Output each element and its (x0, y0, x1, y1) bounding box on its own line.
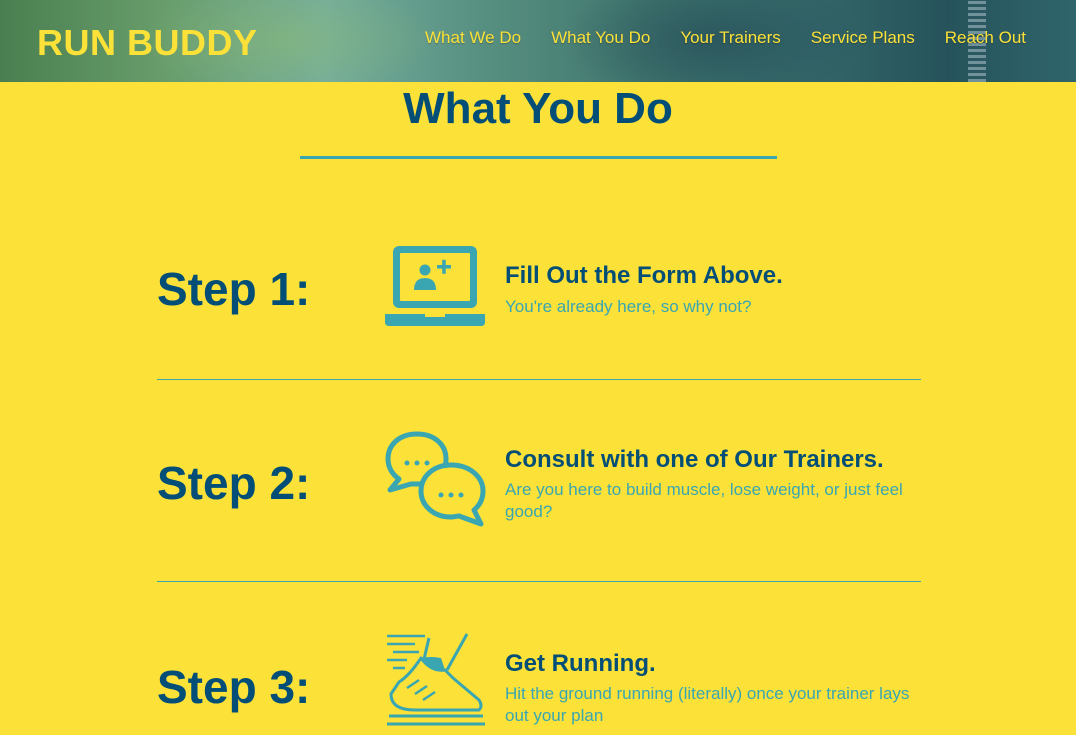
step-divider (157, 581, 921, 582)
step-label: Step 3: (157, 661, 311, 713)
step-label: Step 2: (157, 457, 311, 509)
step-label: Step 1: (157, 263, 311, 315)
title-underline (300, 156, 777, 159)
chat-bubbles-icon (385, 430, 487, 535)
step-divider (157, 379, 921, 380)
step-description: Are you here to build muscle, lose weigh… (505, 480, 903, 521)
step-heading: Consult with one of Our Trainers. (505, 446, 884, 473)
nav-link-what-we-do[interactable]: What We Do (425, 28, 521, 48)
running-shoe-icon (385, 632, 485, 735)
section-title: What You Do (403, 84, 673, 133)
nav-link-your-trainers[interactable]: Your Trainers (680, 28, 780, 48)
step-description: Hit the ground running (literally) once … (505, 684, 910, 725)
nav-link-service-plans[interactable]: Service Plans (811, 28, 915, 48)
site-header: RUN BUDDY What We Do What You Do Your Tr… (0, 0, 1076, 82)
step-heading: Get Running. (505, 650, 656, 677)
nav-link-reach-out[interactable]: Reach Out (945, 28, 1026, 48)
laptop-add-user-icon (385, 244, 485, 331)
site-logo[interactable]: RUN BUDDY (37, 22, 258, 64)
step-heading: Fill Out the Form Above. (505, 262, 783, 289)
nav-link-what-you-do[interactable]: What You Do (551, 28, 650, 48)
main-nav: What We Do What You Do Your Trainers Ser… (425, 28, 1076, 48)
step-description: You're already here, so why not? (505, 297, 752, 316)
